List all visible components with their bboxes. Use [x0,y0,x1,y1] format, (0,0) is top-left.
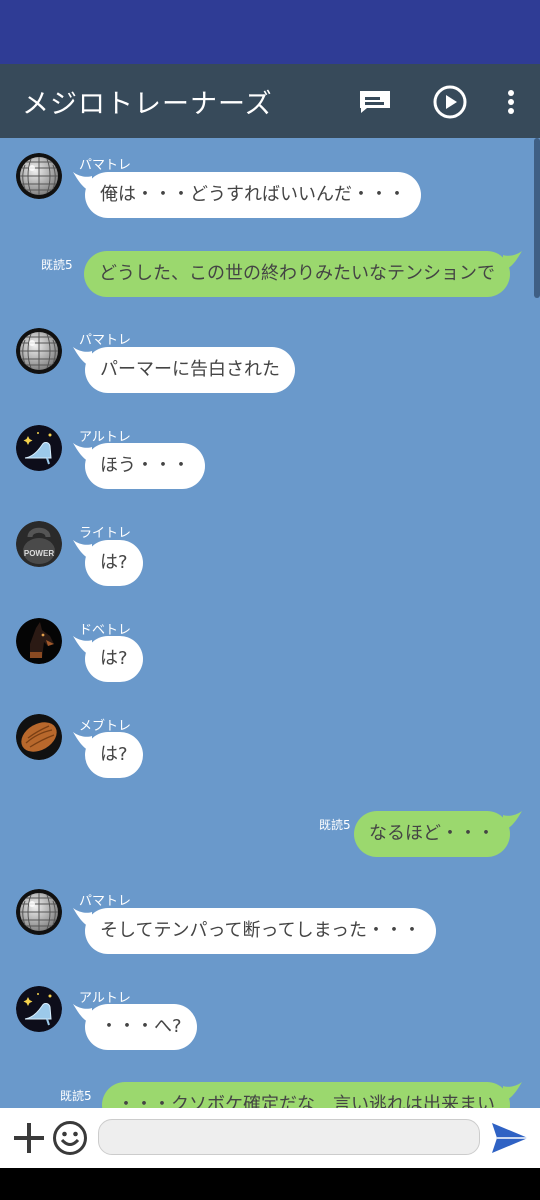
scrollbar[interactable] [534,138,540,298]
message-text: どうした、この世の終わりみたいなテンションで [99,263,495,284]
sender-name: パマトレ [79,894,132,909]
message-bubble[interactable]: どうした、この世の終わりみたいなテンションで [84,251,510,297]
status-bar [0,0,540,64]
message-bubble[interactable]: は? [85,540,143,586]
message-bubble[interactable]: ・・・クソボケ確定だな 言い逃れは出来まい [102,1082,510,1108]
message-text: は? [100,552,128,573]
avatar[interactable] [16,618,62,664]
message-text: なるほど・・・ [369,823,495,844]
message-text: そしてテンパって断ってしまった・・・ [100,920,421,941]
avatar[interactable] [16,425,62,471]
message-bubble[interactable]: なるほど・・・ [354,811,510,857]
message-text: パーマーに告白された [100,359,280,380]
message-text: ・・・へ? [100,1016,182,1037]
avatar[interactable] [16,328,62,374]
play-circle-icon[interactable] [430,82,470,122]
avatar[interactable] [16,153,62,199]
sender-name: ライトレ [79,526,132,541]
message-bubble[interactable]: は? [85,732,143,778]
message-bubble[interactable]: は? [85,636,143,682]
sender-name: パマトレ [79,158,132,173]
message-text: ・・・クソボケ確定だな 言い逃れは出来まい [117,1094,495,1108]
read-receipt: 既読5 [60,1089,92,1103]
send-arrow-icon[interactable] [490,1121,530,1155]
message-text: は? [100,648,128,669]
avatar[interactable]: POWER [16,521,62,567]
system-nav-bar [0,1168,540,1200]
message-text: は? [100,744,128,765]
message-bubble[interactable]: ほう・・・ [85,443,205,489]
message-bubble[interactable]: ・・・へ? [85,1004,197,1050]
read-receipt: 既読5 [319,818,351,832]
chat-area[interactable]: パマトレ 俺は・・・どうすればいいんだ・・・ 既読5 どうした、この世の終わりみ… [0,138,540,1108]
plus-icon[interactable] [12,1121,46,1155]
more-vertical-icon[interactable] [491,82,531,122]
chat-header: メジロトレーナーズ [0,64,540,138]
message-input-bar [0,1108,540,1168]
message-input[interactable] [98,1119,480,1155]
sender-name: パマトレ [79,333,132,348]
message-bubble[interactable]: 俺は・・・どうすればいいんだ・・・ [85,172,421,218]
read-receipt: 既読5 [41,258,73,272]
smiley-icon[interactable] [52,1120,88,1156]
avatar-label: POWER [24,549,54,558]
chat-title: メジロトレーナーズ [22,89,273,120]
avatar[interactable] [16,986,62,1032]
message-bubble[interactable]: そしてテンパって断ってしまった・・・ [85,908,436,954]
avatar[interactable] [16,714,62,760]
message-text: 俺は・・・どうすればいいんだ・・・ [100,184,406,205]
message-bubble[interactable]: パーマーに告白された [85,347,295,393]
message-text: ほう・・・ [100,455,190,476]
avatar[interactable] [16,889,62,935]
speech-note-icon[interactable] [355,82,395,122]
